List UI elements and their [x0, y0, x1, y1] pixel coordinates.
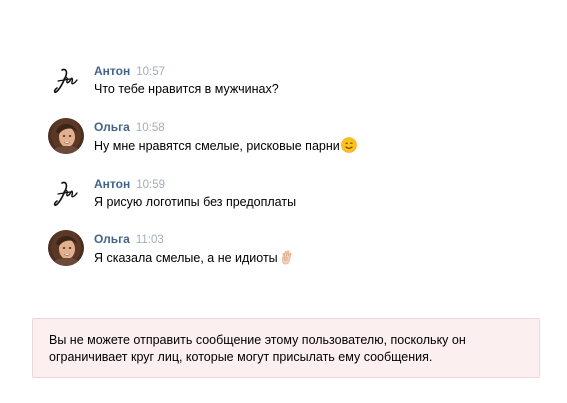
message-text-content: Я сказала смелые, а не идиоты [94, 251, 278, 265]
message-time[interactable]: 10:58 [136, 122, 165, 134]
message-time[interactable]: 10:59 [136, 179, 165, 191]
author-name[interactable]: Антон [94, 64, 130, 78]
message-item: Ольга 11:03 Я сказала смелые, а не идиоты [48, 230, 528, 270]
message-header: Антон 10:59 [94, 177, 165, 191]
woman-photo-icon [48, 230, 84, 266]
message-item: Ольга 10:58 Ну мне нравятся смелые, риско… [48, 118, 528, 158]
avatar[interactable] [48, 230, 84, 266]
avatar[interactable] [48, 118, 84, 154]
message-time[interactable]: 11:03 [136, 234, 164, 246]
ok-hand-emoji-icon [279, 249, 295, 269]
woman-photo-icon [48, 118, 84, 154]
avatar[interactable] [48, 62, 84, 98]
message-text: Ну мне нравятся смелые, рисковые парни [94, 137, 357, 157]
smiling-face-emoji-icon [340, 137, 357, 157]
message-text-content: Я рисую логотипы без предоплаты [94, 195, 297, 209]
author-name[interactable]: Ольга [94, 120, 130, 134]
message-blocked-notice: Вы не можете отправить сообщение этому п… [32, 318, 540, 378]
signature-logo-icon [48, 175, 84, 211]
message-text: Я сказала смелые, а не идиоты [94, 249, 295, 269]
message-item: Антон 10:57 Что тебе нравится в мужчинах? [48, 62, 528, 102]
message-text-content: Что тебе нравится в мужчинах? [94, 82, 279, 96]
message-time[interactable]: 10:57 [136, 66, 165, 78]
author-name[interactable]: Антон [94, 177, 130, 191]
message-header: Ольга 10:58 [94, 120, 165, 134]
avatar[interactable] [48, 175, 84, 211]
notice-text-line-1: Вы не можете отправить сообщение этому п… [49, 333, 466, 347]
message-text: Что тебе нравится в мужчинах? [94, 81, 279, 97]
message-header: Антон 10:57 [94, 64, 165, 78]
message-item: Антон 10:59 Я рисую логотипы без предопла… [48, 175, 528, 215]
message-text: Я рисую логотипы без предоплаты [94, 194, 296, 210]
notice-text-line-2: ограничивает круг лиц, которые могут при… [49, 350, 433, 364]
message-header: Ольга 11:03 [94, 232, 164, 246]
signature-logo-icon [48, 62, 84, 98]
chat-page: Антон 10:57 Что тебе нравится в мужчинах?… [0, 0, 567, 403]
message-text-content: Ну мне нравятся смелые, рисковые парни [94, 139, 340, 153]
author-name[interactable]: Ольга [94, 232, 130, 246]
